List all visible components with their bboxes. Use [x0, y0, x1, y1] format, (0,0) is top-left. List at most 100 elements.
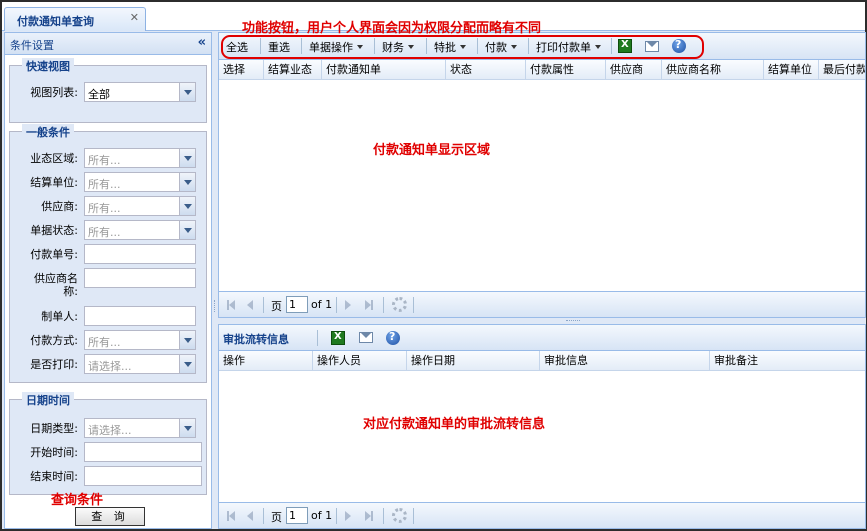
view-list-select[interactable]: 全部 [84, 82, 196, 102]
toolbar-separator [317, 330, 318, 346]
column-header[interactable]: 付款属性 [526, 60, 606, 79]
approval-flow-panel: 审批流转信息 操作 操作人员 操作日期 审批信息 审批备注 对应付款通知单的审批… [218, 324, 866, 529]
chevron-down-icon[interactable] [179, 197, 195, 215]
first-page-icon[interactable] [227, 511, 235, 521]
chevron-down-icon[interactable] [179, 83, 195, 101]
grid-area-annotation: 付款通知单显示区域 [373, 143, 491, 158]
condition-panel-header: 条件设置 « [5, 33, 211, 55]
field-label: 制单人: [41, 310, 78, 323]
pager-separator [263, 508, 264, 524]
chevron-down-icon[interactable] [179, 419, 195, 437]
function-buttons-annotation: 功能按钮，用户个人界面会因为权限分配而略有不同 [242, 21, 542, 36]
first-page-icon[interactable] [227, 300, 235, 310]
pager-separator [263, 297, 264, 313]
general-conditions-fieldset: 一般条件 业态区域: 所有... 结算单位: 所有... 供应商: 所有... … [9, 124, 207, 383]
tab-payment-notice-query[interactable]: 付款通知单查询 ✕ [4, 7, 146, 31]
toolbar-highlight-ring [221, 35, 704, 59]
settlement-unit-value: 所有... [88, 178, 121, 191]
chevron-down-icon[interactable] [179, 355, 195, 373]
field-label: 付款单号: [30, 248, 78, 261]
pager-separator [336, 508, 337, 524]
excel-export-icon[interactable] [331, 331, 345, 345]
column-header[interactable]: 付款通知单 [322, 60, 446, 79]
doc-status-select[interactable]: 所有... [84, 220, 196, 240]
chevron-down-icon[interactable] [179, 221, 195, 239]
field-label: 供应商: [41, 200, 78, 213]
column-header[interactable]: 选择 [219, 60, 264, 79]
condition-panel: 条件设置 « 快速视图 视图列表: 全部 一般条件 业态区域: 所有... 结算… [4, 32, 212, 529]
splitter-grip[interactable] [566, 320, 580, 321]
supplier-name-input[interactable] [84, 268, 196, 288]
column-header[interactable]: 结算业态 [264, 60, 322, 79]
page-count: of 1 [311, 509, 333, 522]
start-time-input[interactable] [84, 442, 202, 462]
field-label: 单据状态: [30, 224, 78, 237]
approval-pager: 页 1 of 1 [219, 502, 865, 528]
field-label: 付款方式: [30, 334, 78, 347]
mail-icon[interactable] [359, 332, 373, 343]
next-page-icon[interactable] [345, 300, 351, 310]
pager-separator [413, 508, 414, 524]
date-type-value: 请选择... [88, 424, 132, 437]
column-header[interactable]: 供应商 [606, 60, 662, 79]
end-time-label: 结束时间: [30, 470, 78, 483]
column-header[interactable]: 最后付款 [819, 60, 865, 79]
refresh-icon[interactable] [392, 297, 407, 312]
prev-page-icon[interactable] [247, 511, 253, 521]
splitter-grip[interactable] [214, 300, 217, 312]
date-type-select[interactable]: 请选择... [84, 418, 196, 438]
quick-view-fieldset: 快速视图 视图列表: 全部 [9, 58, 207, 123]
printed-select[interactable]: 请选择... [84, 354, 196, 374]
prev-page-icon[interactable] [247, 300, 253, 310]
payment-no-input[interactable] [84, 244, 196, 264]
page-label: 页 [271, 300, 282, 313]
app-frame: 付款通知单查询 ✕ 条件设置 « 快速视图 视图列表: 全部 一般条件 业态区域… [0, 0, 867, 531]
collapse-icon[interactable]: « [198, 35, 206, 50]
payment-method-value: 所有... [88, 336, 121, 349]
pager-separator [413, 297, 414, 313]
main-grid-header: 选择 结算业态 付款通知单 状态 付款属性 供应商 供应商名称 结算单位 最后付… [219, 60, 865, 80]
column-header[interactable]: 审批信息 [540, 351, 710, 370]
help-icon[interactable] [386, 330, 400, 345]
column-header[interactable]: 结算单位 [764, 60, 819, 79]
date-type-label: 日期类型: [30, 422, 78, 435]
creator-input[interactable] [84, 306, 196, 326]
payment-method-select[interactable]: 所有... [84, 330, 196, 350]
next-page-icon[interactable] [345, 511, 351, 521]
page-label: 页 [271, 511, 282, 524]
region-value: 所有... [88, 154, 121, 167]
chevron-down-icon[interactable] [179, 331, 195, 349]
refresh-icon[interactable] [392, 508, 407, 523]
column-header[interactable]: 操作人员 [313, 351, 407, 370]
chevron-down-icon[interactable] [179, 149, 195, 167]
column-header[interactable]: 审批备注 [710, 351, 865, 370]
field-label-cont: 称: [63, 285, 78, 298]
field-label: 业态区域: [30, 152, 78, 165]
field-label: 是否打印: [30, 358, 78, 371]
query-button[interactable]: 查 询 [75, 507, 145, 526]
view-list-label: 视图列表: [30, 86, 78, 99]
pager-separator [383, 297, 384, 313]
settlement-unit-select[interactable]: 所有... [84, 172, 196, 192]
column-header[interactable]: 操作 [219, 351, 313, 370]
last-page-icon[interactable] [365, 511, 373, 521]
page-number-input[interactable]: 1 [286, 507, 308, 524]
chevron-down-icon[interactable] [179, 173, 195, 191]
tab-label: 付款通知单查询 [17, 15, 94, 28]
approval-title: 审批流转信息 [223, 333, 289, 346]
approval-grid-header: 操作 操作人员 操作日期 审批信息 审批备注 [219, 351, 865, 371]
approval-area-annotation: 对应付款通知单的审批流转信息 [363, 417, 546, 432]
page-number-input[interactable]: 1 [286, 296, 308, 313]
column-header[interactable]: 供应商名称 [662, 60, 764, 79]
region-select[interactable]: 所有... [84, 148, 196, 168]
column-header[interactable]: 操作日期 [407, 351, 540, 370]
close-icon[interactable]: ✕ [130, 11, 139, 24]
page-count: of 1 [311, 298, 333, 311]
last-page-icon[interactable] [365, 300, 373, 310]
doc-status-value: 所有... [88, 226, 121, 239]
condition-panel-title: 条件设置 [10, 39, 54, 52]
supplier-select[interactable]: 所有... [84, 196, 196, 216]
end-time-input[interactable] [84, 466, 202, 486]
field-label: 供应商名 [34, 272, 78, 285]
column-header[interactable]: 状态 [446, 60, 526, 79]
